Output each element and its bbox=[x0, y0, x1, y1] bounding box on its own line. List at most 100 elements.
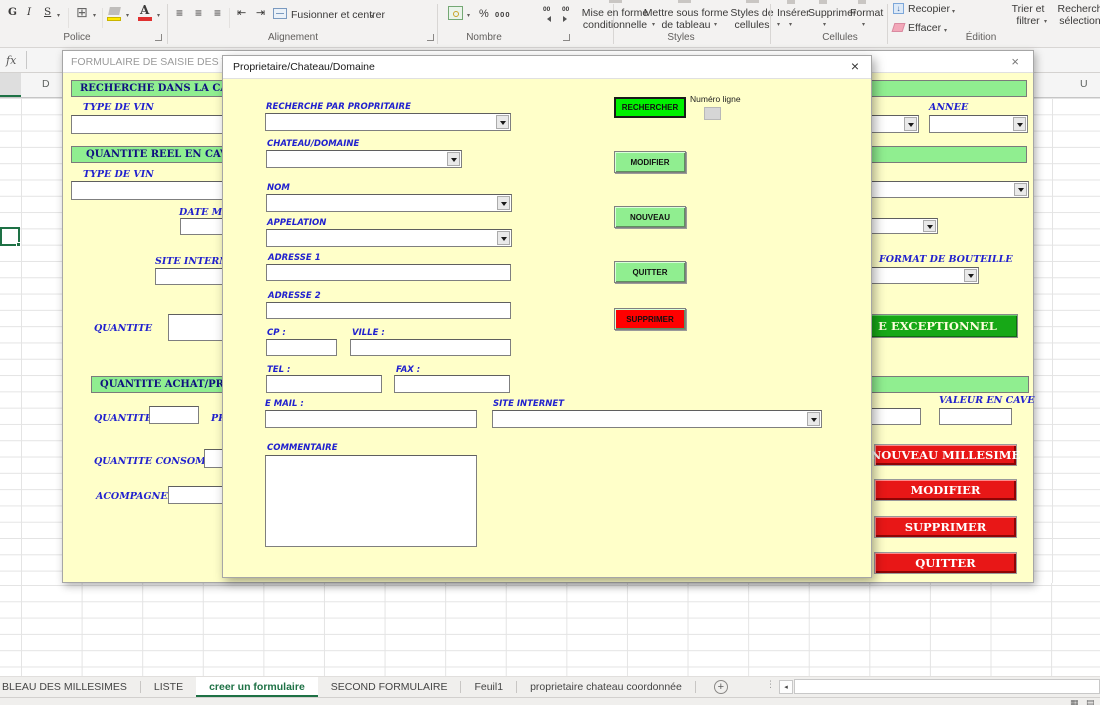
eraser-icon[interactable] bbox=[891, 23, 906, 32]
dialog-modifier-button[interactable]: MODIFIER bbox=[614, 151, 686, 173]
dialog-close-icon[interactable]: × bbox=[851, 59, 859, 73]
horizontal-scrollbar[interactable] bbox=[794, 679, 1100, 694]
adresse1-input[interactable] bbox=[266, 264, 511, 281]
bold-button[interactable]: G bbox=[8, 6, 17, 18]
number-format-caret-icon[interactable]: ▾ bbox=[467, 12, 470, 19]
dialog-quitter-button[interactable]: QUITTER bbox=[614, 261, 686, 283]
dropdown-arrow-icon[interactable] bbox=[923, 220, 936, 232]
grid-left[interactable] bbox=[0, 73, 62, 583]
fill-color-icon[interactable] bbox=[108, 7, 121, 15]
email-input[interactable] bbox=[265, 410, 477, 428]
font-color-caret-icon[interactable]: ▾ bbox=[157, 12, 160, 19]
dialog-nouveau-button[interactable]: NOUVEAU bbox=[614, 206, 686, 228]
fill-caret-icon[interactable]: ▾ bbox=[126, 12, 129, 19]
fill-color-bar[interactable] bbox=[107, 17, 121, 21]
fill-down-icon[interactable]: ↓ bbox=[893, 3, 904, 14]
dropdown-arrow-icon[interactable] bbox=[904, 117, 917, 131]
merge-caret-icon[interactable]: ▾ bbox=[371, 13, 374, 20]
increase-decimal-button[interactable]: 00 bbox=[541, 6, 556, 22]
dialog-site-internet-combo[interactable] bbox=[492, 410, 822, 428]
sheet-tab-creer-formulaire[interactable]: creer un formulaire bbox=[196, 677, 318, 697]
italic-button[interactable]: I bbox=[27, 6, 31, 18]
adresse2-input[interactable] bbox=[266, 302, 511, 319]
sheet-tab-second-formulaire[interactable]: SECOND FORMULAIRE bbox=[318, 677, 461, 697]
underline-button[interactable]: S bbox=[44, 6, 51, 18]
dropdown-arrow-icon[interactable] bbox=[497, 231, 510, 245]
clear-button[interactable]: Effacer bbox=[908, 22, 941, 34]
format-as-table-line1: Mettre sous forme bbox=[643, 7, 729, 19]
format-cells-button[interactable]: Format bbox=[850, 7, 883, 19]
dropdown-arrow-icon[interactable] bbox=[1013, 117, 1026, 131]
dialog-rechercher-button[interactable]: RECHERCHER bbox=[614, 97, 686, 118]
page-layout-view-icon[interactable]: ▤ bbox=[1086, 699, 1095, 705]
commentaire-textarea[interactable] bbox=[265, 455, 477, 547]
quitter-button[interactable]: QUITTER bbox=[874, 552, 1017, 574]
conditional-formatting-button[interactable]: Mise en forme conditionnelle bbox=[582, 7, 649, 31]
column-d-header[interactable]: D bbox=[42, 78, 50, 90]
comma-style-button[interactable]: 000 bbox=[495, 10, 511, 19]
add-sheet-button[interactable]: + bbox=[713, 680, 728, 694]
millesime-exceptionnel-button[interactable]: E EXCEPTIONNEL bbox=[857, 314, 1018, 338]
sort-filter-button[interactable]: Trier et filtrer bbox=[1012, 3, 1045, 27]
alignement-dialog-launcher[interactable] bbox=[427, 34, 434, 41]
cell-styles-button[interactable]: Styles de cellules bbox=[730, 7, 773, 31]
grid-right[interactable] bbox=[1034, 73, 1100, 583]
appelation-combo[interactable] bbox=[266, 229, 512, 247]
number-format-icon[interactable] bbox=[448, 6, 463, 20]
tab-scroll-left-button[interactable]: ◂ bbox=[779, 680, 793, 694]
active-cell[interactable] bbox=[0, 227, 21, 247]
underline-caret-icon[interactable]: ▾ bbox=[57, 12, 60, 19]
normal-view-icon[interactable]: ▦ bbox=[1070, 699, 1079, 705]
fill-button[interactable]: Recopier bbox=[908, 3, 950, 15]
dropdown-arrow-icon[interactable] bbox=[807, 412, 820, 426]
borders-button[interactable]: ⊞ bbox=[76, 5, 88, 21]
insert-cells-button[interactable]: Insérer bbox=[777, 7, 810, 19]
dropdown-arrow-icon[interactable] bbox=[497, 196, 510, 210]
decrease-indent-button[interactable]: ⇤ bbox=[237, 6, 246, 19]
modifier-button[interactable]: MODIFIER bbox=[874, 479, 1017, 501]
recherche-proprietaire-combo[interactable] bbox=[265, 113, 511, 131]
supprimer-button[interactable]: SUPPRIMER bbox=[874, 516, 1017, 538]
main-form-close-icon[interactable]: × bbox=[1011, 55, 1019, 68]
fill-handle[interactable] bbox=[16, 242, 21, 247]
dialog-supprimer-button[interactable]: SUPPRIMER bbox=[614, 308, 686, 330]
dropdown-arrow-icon[interactable] bbox=[447, 152, 460, 166]
dialog-quitter-label: QUITTER bbox=[632, 267, 668, 277]
decrease-decimal-button[interactable]: 00 bbox=[560, 6, 575, 22]
dialog-titlebar[interactable]: Proprietaire/Chateau/Domaine × bbox=[223, 56, 871, 79]
nouveau-millesime-button[interactable]: NOUVEAU MILLESIME bbox=[870, 444, 1021, 466]
font-color-bar[interactable] bbox=[138, 17, 152, 21]
ville-input[interactable] bbox=[350, 339, 511, 356]
dropdown-arrow-icon[interactable] bbox=[964, 269, 977, 282]
valeur-en-cave-input[interactable] bbox=[939, 408, 1012, 425]
merge-center-icon[interactable] bbox=[273, 8, 287, 19]
percent-style-button[interactable]: % bbox=[479, 8, 489, 20]
align-center-button[interactable]: ≡ bbox=[195, 6, 202, 20]
align-left-button[interactable]: ≡ bbox=[176, 6, 183, 20]
fax-input[interactable] bbox=[394, 375, 510, 393]
nom-combo[interactable] bbox=[266, 194, 512, 212]
cp-input[interactable] bbox=[266, 339, 337, 356]
find-select-button[interactable]: Recherch sélection bbox=[1058, 3, 1100, 27]
sheet-tab-proprietaire[interactable]: proprietaire chateau coordonnée bbox=[517, 677, 695, 697]
police-dialog-launcher[interactable] bbox=[155, 34, 162, 41]
dropdown-arrow-icon[interactable] bbox=[496, 115, 509, 129]
tel-input[interactable] bbox=[266, 375, 382, 393]
sheet-tab-millesimes[interactable]: BLEAU DES MILLESIMES bbox=[0, 677, 140, 697]
sheet-tab-feuil1[interactable]: Feuil1 bbox=[461, 677, 516, 697]
annee-combo[interactable] bbox=[929, 115, 1028, 133]
chateau-domaine-combo[interactable] bbox=[266, 150, 462, 168]
commentaire-label: COMMENTAIRE bbox=[267, 443, 338, 453]
increase-indent-button[interactable]: ⇥ bbox=[256, 6, 265, 19]
dropdown-arrow-icon[interactable] bbox=[1014, 183, 1027, 196]
align-right-button[interactable]: ≡ bbox=[214, 6, 221, 20]
quantite2-input[interactable] bbox=[149, 406, 199, 424]
sheet-tab-liste[interactable]: LISTE bbox=[141, 677, 196, 697]
selected-header-cell[interactable] bbox=[0, 73, 21, 97]
grid-bottom[interactable] bbox=[0, 583, 1100, 676]
nombre-dialog-launcher[interactable] bbox=[563, 34, 570, 41]
font-color-button[interactable]: A bbox=[140, 3, 149, 17]
nouveau-millesime-label: NOUVEAU MILLESIME bbox=[870, 448, 1021, 462]
borders-caret-icon[interactable]: ▾ bbox=[93, 12, 96, 19]
column-u-header[interactable]: U bbox=[1080, 78, 1088, 90]
